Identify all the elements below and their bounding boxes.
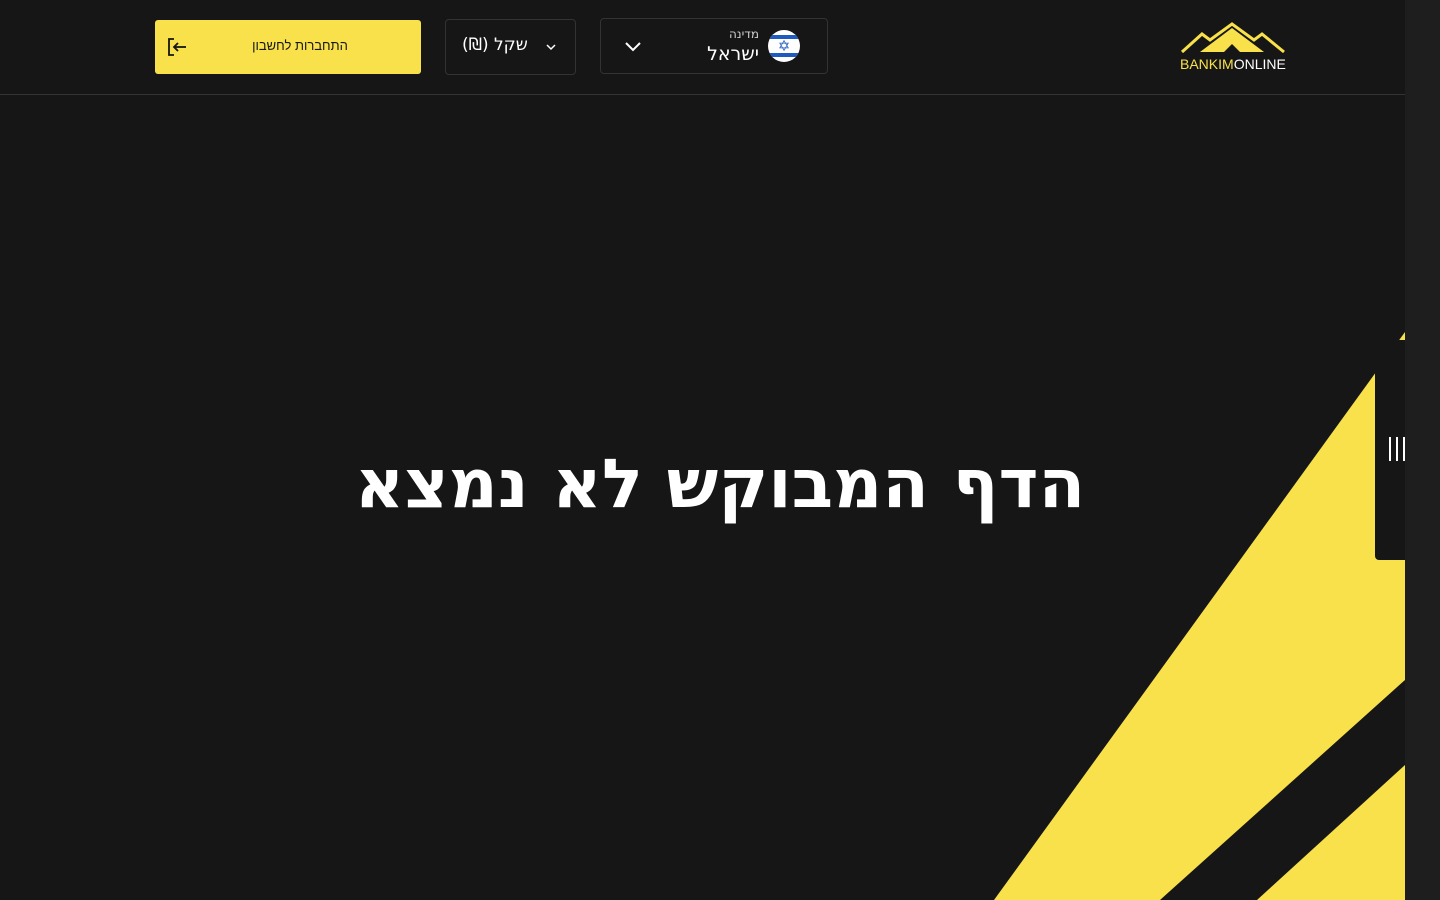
- israel-flag-icon: ✡: [768, 30, 800, 62]
- scrollbar-track[interactable]: [1405, 0, 1440, 900]
- stripe-large: [994, 332, 1405, 900]
- page-title: הדף המבוקש לא נמצא: [354, 445, 1086, 524]
- country-labels: מדינה ישראל: [707, 26, 759, 66]
- top-header: BANKIMONLINE מדינה ישראל ✡ (₪) שקל התחבר…: [0, 0, 1405, 95]
- menu-bars-icon: [1389, 437, 1405, 461]
- country-dropdown[interactable]: מדינה ישראל ✡: [600, 18, 828, 74]
- chevron-down-icon: [546, 44, 556, 51]
- login-button[interactable]: התחברות לחשבון: [155, 20, 421, 74]
- logo-wordmark: BANKIMONLINE: [1180, 56, 1286, 72]
- chevron-down-icon: [625, 42, 641, 52]
- house-roof-icon: [1180, 22, 1285, 54]
- login-button-label: התחברות לחשבון: [252, 38, 348, 53]
- logo-text-bankim: BANKIM: [1180, 56, 1234, 72]
- login-arrow-icon: [168, 38, 186, 56]
- country-value: ישראל: [707, 43, 759, 65]
- not-found-section: הדף המבוקש לא נמצא חזור לעמוד הבית: [0, 440, 1405, 553]
- country-caption: מדינה: [728, 27, 759, 41]
- logo-text-online: ONLINE: [1233, 56, 1286, 72]
- side-panel-handle[interactable]: [1375, 340, 1405, 560]
- home-link[interactable]: חזור לעמוד הבית: [657, 534, 784, 553]
- page-viewport: BANKIMONLINE מדינה ישראל ✡ (₪) שקל התחבר…: [0, 0, 1405, 900]
- currency-value: (₪) שקל: [462, 35, 528, 55]
- currency-dropdown[interactable]: (₪) שקל: [445, 19, 576, 75]
- brand-logo[interactable]: BANKIMONLINE: [1178, 20, 1288, 76]
